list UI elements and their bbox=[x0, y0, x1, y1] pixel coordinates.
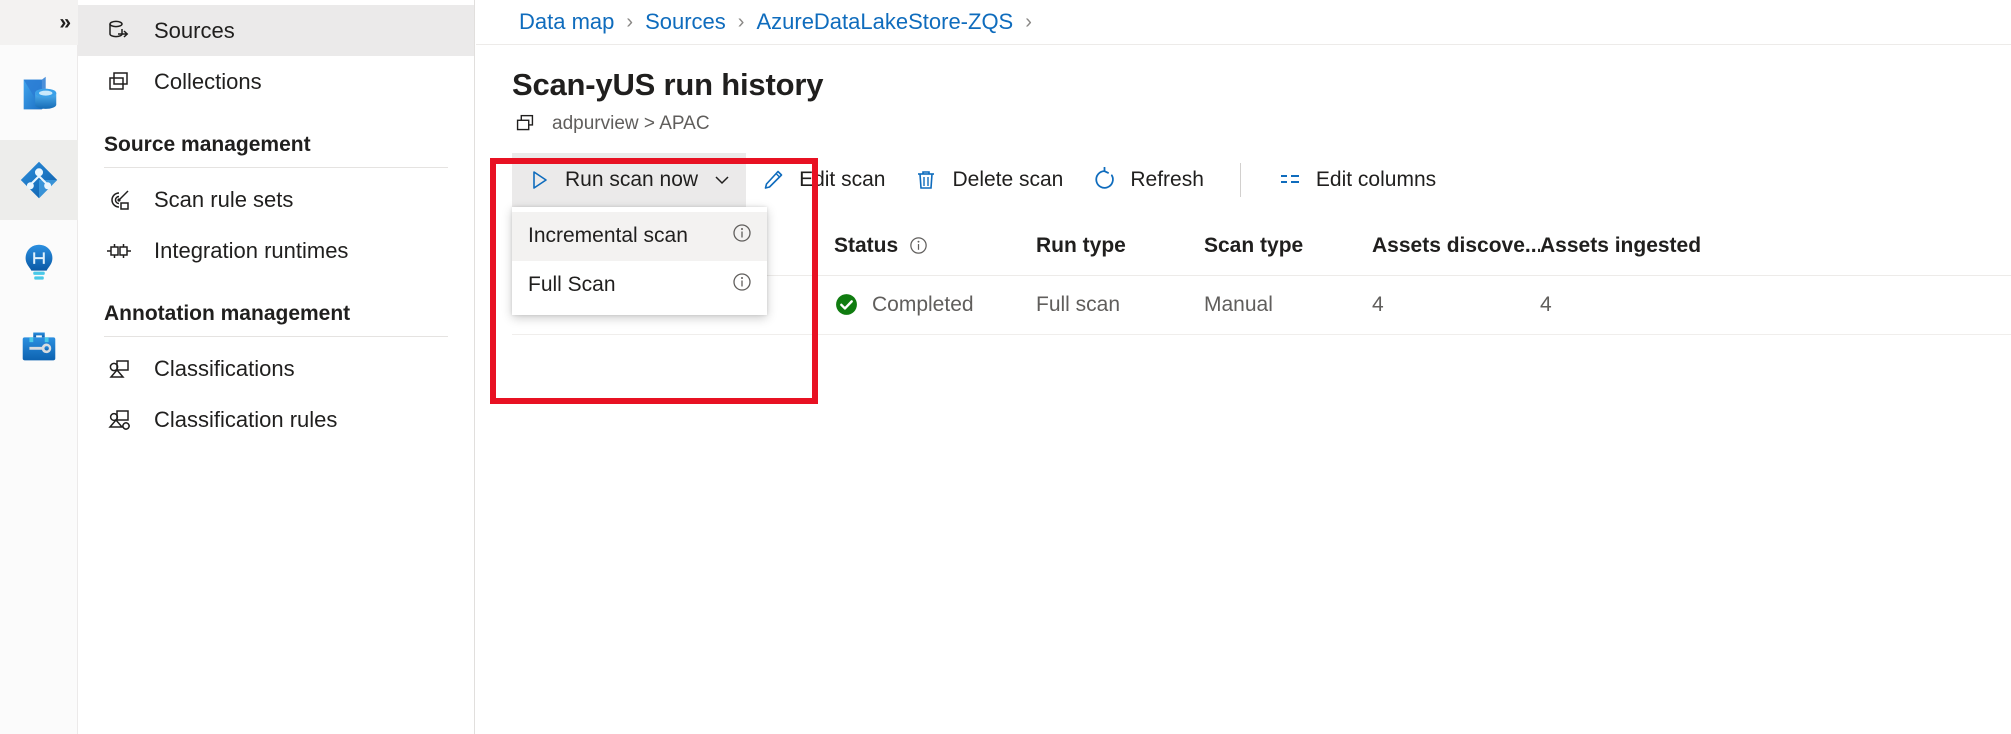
classification-rules-icon bbox=[104, 405, 134, 435]
cell-status: Completed bbox=[834, 292, 1036, 317]
menu-item-full-scan[interactable]: Full Scan bbox=[512, 261, 767, 310]
sources-icon bbox=[104, 16, 134, 46]
menu-item-label: Incremental scan bbox=[528, 224, 688, 248]
sidebar-item-label: Classifications bbox=[154, 355, 295, 381]
run-scan-now-button[interactable]: Run scan now bbox=[512, 152, 747, 207]
page-subtitle: adpurview > APAC bbox=[512, 111, 2011, 137]
status-badge: Completed bbox=[872, 292, 974, 316]
breadcrumb-separator-icon: › bbox=[626, 10, 634, 33]
menu-item-label: Full Scan bbox=[528, 273, 616, 297]
expand-nav-button[interactable]: » bbox=[0, 0, 78, 45]
info-circle-icon[interactable] bbox=[731, 222, 753, 250]
edit-columns-label: Edit columns bbox=[1315, 167, 1437, 191]
cell-assets-ingested: 4 bbox=[1540, 292, 1552, 316]
lightbulb-insights-icon bbox=[25, 244, 53, 280]
toolbar-divider bbox=[1239, 162, 1241, 197]
sidebar-item-classification-rules[interactable]: Classification rules bbox=[78, 394, 474, 445]
breadcrumb-item-azuredatalakestore[interactable]: AzureDataLakeStore-ZQS bbox=[756, 9, 1013, 35]
info-circle-icon[interactable] bbox=[731, 271, 753, 299]
data-map-icon bbox=[20, 161, 58, 199]
scan-rule-sets-icon bbox=[104, 185, 134, 215]
page-title: Scan-yUS run history bbox=[512, 67, 824, 102]
cell-scan-type: Manual bbox=[1204, 292, 1273, 316]
cell-assets-discovered: 4 bbox=[1372, 292, 1384, 316]
edit-columns-button[interactable]: Edit columns bbox=[1263, 153, 1450, 207]
check-circle-filled-icon bbox=[834, 292, 859, 317]
integration-runtimes-icon bbox=[104, 236, 134, 266]
classifications-icon bbox=[104, 354, 134, 384]
toolbox-management-icon bbox=[22, 332, 56, 361]
sidebar-item-label: Sources bbox=[154, 17, 235, 43]
refresh-circular-arrow-icon bbox=[1091, 167, 1117, 192]
sidebar-item-label: Classification rules bbox=[154, 406, 338, 432]
sidebar-item-classifications[interactable]: Classifications bbox=[78, 343, 474, 394]
sidebar-section-source-management: Source management bbox=[104, 133, 311, 156]
run-scan-now-label: Run scan now bbox=[565, 167, 699, 191]
column-header-status[interactable]: Status bbox=[834, 234, 1036, 258]
sidebar-item-integration-runtimes[interactable]: Integration runtimes bbox=[78, 225, 474, 276]
refresh-button[interactable]: Refresh bbox=[1077, 153, 1218, 207]
breadcrumb-separator-icon: › bbox=[737, 10, 745, 33]
column-header-run-type[interactable]: Run type bbox=[1036, 234, 1204, 258]
sidebar-item-collections[interactable]: Collections bbox=[78, 56, 474, 107]
command-toolbar: Run scan now Edit scan Delete scan Refre… bbox=[512, 152, 2011, 315]
breadcrumb-item-data-map[interactable]: Data map bbox=[519, 9, 614, 35]
run-scan-dropdown-menu: Incremental scan Full Scan bbox=[512, 206, 767, 315]
sidebar-section-annotation-management: Annotation management bbox=[104, 302, 351, 325]
rail-item-management[interactable] bbox=[0, 305, 78, 385]
delete-scan-button[interactable]: Delete scan bbox=[899, 153, 1077, 207]
breadcrumb-separator-icon: › bbox=[1025, 10, 1032, 33]
left-icon-rail: » bbox=[0, 0, 78, 734]
sidebar-item-label: Scan rule sets bbox=[154, 186, 294, 212]
pencil-icon bbox=[760, 168, 786, 192]
chevron-down-icon[interactable] bbox=[712, 170, 732, 190]
edit-columns-icon bbox=[1277, 167, 1303, 193]
collections-icon bbox=[512, 111, 538, 137]
delete-scan-label: Delete scan bbox=[952, 167, 1064, 191]
rail-item-insights[interactable] bbox=[0, 222, 78, 302]
sidebar-item-scan-rule-sets[interactable]: Scan rule sets bbox=[78, 174, 474, 225]
breadcrumb-item-sources[interactable]: Sources bbox=[645, 9, 726, 35]
sidebar-divider bbox=[104, 167, 448, 168]
edit-scan-button[interactable]: Edit scan bbox=[746, 153, 899, 207]
page-subtitle-text: adpurview > APAC bbox=[552, 112, 710, 134]
column-header-assets-ingested[interactable]: Assets ingested bbox=[1540, 234, 1740, 258]
sidebar-item-label: Integration runtimes bbox=[154, 237, 349, 263]
rail-item-data-map[interactable] bbox=[0, 140, 78, 220]
sidebar-nav: Sources Collections Source management Sc… bbox=[78, 0, 475, 734]
info-circle-icon[interactable] bbox=[908, 235, 929, 256]
rail-item-data-catalog[interactable] bbox=[0, 55, 78, 135]
breadcrumb: Data map › Sources › AzureDataLakeStore-… bbox=[476, 0, 2011, 45]
main-content: Data map › Sources › AzureDataLakeStore-… bbox=[476, 0, 2011, 734]
sidebar-item-sources[interactable]: Sources bbox=[78, 5, 474, 56]
edit-scan-label: Edit scan bbox=[799, 167, 886, 191]
play-triangle-icon bbox=[526, 169, 552, 191]
column-header-assets-discovered[interactable]: Assets discove... bbox=[1372, 234, 1540, 258]
refresh-label: Refresh bbox=[1130, 167, 1204, 191]
sidebar-item-label: Collections bbox=[154, 68, 262, 94]
column-header-scan-type[interactable]: Scan type bbox=[1204, 234, 1372, 258]
sidebar-divider bbox=[104, 336, 448, 337]
chevron-double-right-icon: » bbox=[59, 11, 71, 34]
column-header-status-label: Status bbox=[834, 233, 899, 257]
page-header: Scan-yUS run history adpurview > APAC bbox=[476, 45, 2011, 137]
menu-item-incremental-scan[interactable]: Incremental scan bbox=[512, 211, 767, 261]
trash-icon bbox=[913, 168, 939, 192]
collections-icon bbox=[104, 67, 134, 97]
cell-run-type: Full scan bbox=[1036, 292, 1121, 316]
data-catalog-icon bbox=[23, 76, 57, 110]
